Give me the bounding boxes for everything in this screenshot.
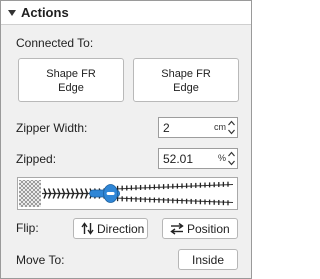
connected-shape-button-1[interactable]: Shape FR Edge — [18, 58, 124, 102]
connected-shape-button-1-line1: Shape FR — [46, 68, 96, 80]
zipped-value[interactable]: 52.01 — [163, 152, 193, 166]
zipped-unit: % — [217, 153, 226, 163]
section-title: Actions — [21, 5, 69, 20]
zipper-width-unit: cm — [214, 122, 226, 132]
connected-to-label: Connected To: — [16, 36, 94, 50]
flip-direction-label: Direction — [97, 222, 145, 236]
actions-panel: Actions Connected To: Shape FR Edge Shap… — [0, 0, 252, 279]
move-inside-button[interactable]: Inside — [178, 249, 238, 270]
connected-shape-button-2-line1: Shape FR — [161, 68, 211, 80]
flip-position-label: Position — [187, 222, 230, 236]
zipped-spinner-icon[interactable] — [227, 150, 236, 167]
zipper-width-field[interactable]: 2 cm — [158, 117, 238, 138]
flip-label: Flip: — [16, 221, 39, 235]
zipped-label: Zipped: — [16, 152, 57, 166]
zipper-graphic — [19, 180, 234, 207]
section-header[interactable]: Actions — [1, 1, 251, 25]
flip-direction-button[interactable]: Direction — [73, 218, 148, 239]
flip-position-button[interactable]: Position — [162, 218, 238, 239]
swap-horizontal-icon — [170, 222, 184, 238]
zipper-width-spinner-icon[interactable] — [227, 119, 236, 136]
collapse-caret-icon[interactable] — [8, 10, 16, 16]
zipper-slider-slot — [106, 192, 115, 195]
connected-shape-button-1-line2: Edge — [58, 82, 84, 94]
zipper-stopper-hatch — [19, 180, 41, 207]
move-to-label: Move To: — [16, 253, 65, 267]
zipper-slider[interactable] — [17, 177, 238, 210]
connected-shape-button-2-line2: Edge — [173, 82, 199, 94]
zipper-width-label: Zipper Width: — [16, 121, 88, 135]
swap-vertical-icon — [81, 222, 94, 238]
connected-shape-button-2[interactable]: Shape FR Edge — [133, 58, 239, 102]
zipper-width-value[interactable]: 2 — [163, 121, 170, 135]
move-inside-label: Inside — [191, 253, 225, 267]
zipped-field[interactable]: 52.01 % — [158, 148, 238, 169]
